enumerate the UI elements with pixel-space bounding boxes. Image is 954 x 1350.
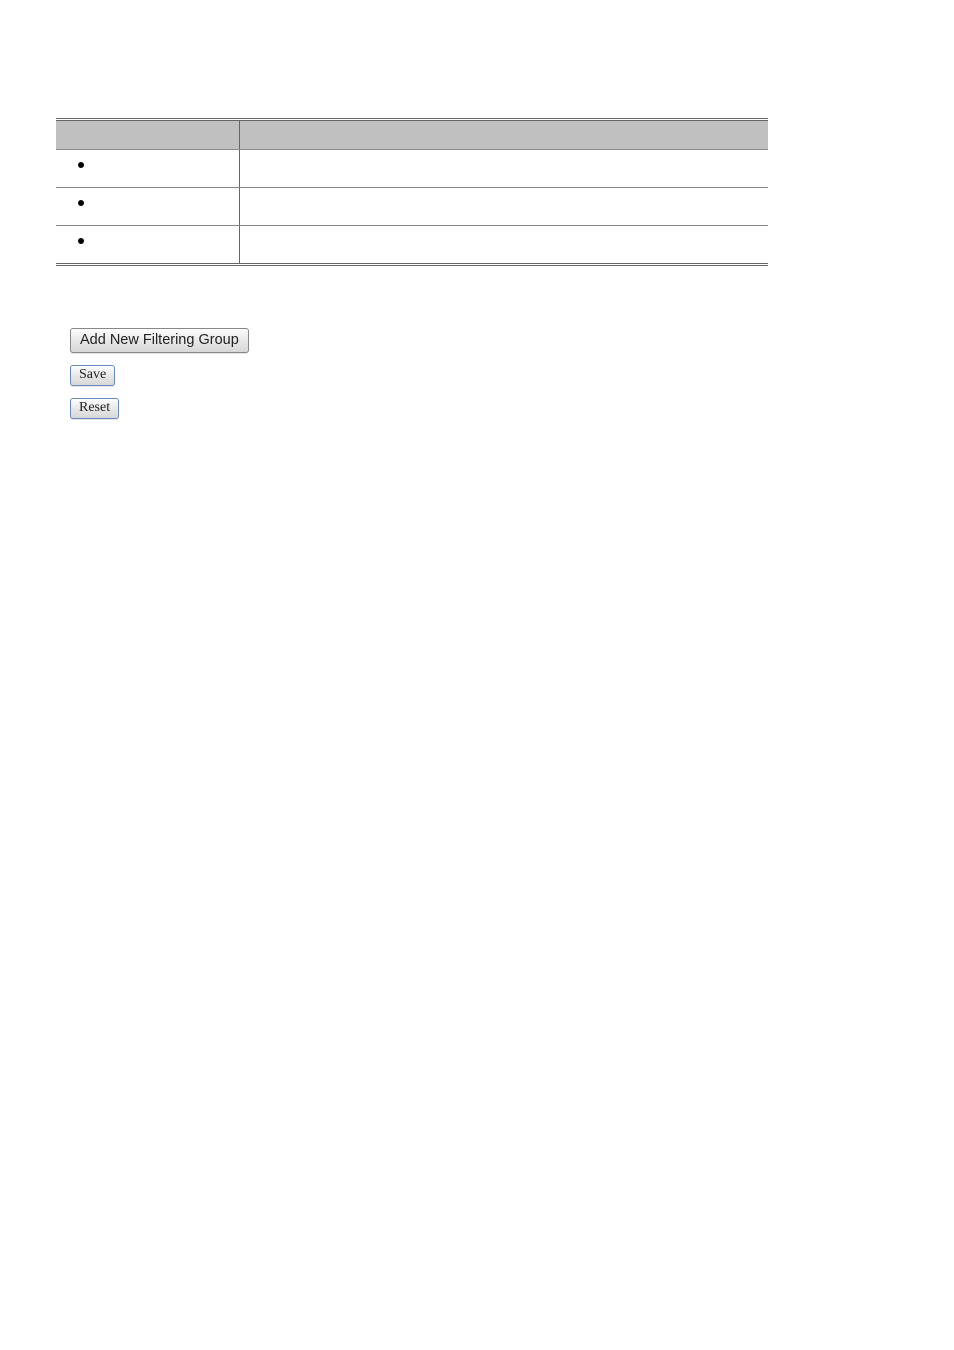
table-header-left [56,121,240,149]
save-button[interactable]: Save [70,365,115,386]
table-row [56,225,768,263]
params-table [56,118,768,266]
table-cell-left [56,226,240,263]
table-header-row [56,121,768,149]
bullet-icon [78,200,84,206]
bullet-icon [78,162,84,168]
table-row [56,149,768,187]
reset-button[interactable]: Reset [70,398,119,419]
button-area: Add New Filtering Group Save Reset [70,328,954,419]
table-cell-left [56,150,240,187]
table-row [56,187,768,225]
table-header-right [240,121,768,149]
bullet-icon [78,238,84,244]
add-new-filtering-group-button[interactable]: Add New Filtering Group [70,328,249,353]
table-cell-left [56,188,240,225]
